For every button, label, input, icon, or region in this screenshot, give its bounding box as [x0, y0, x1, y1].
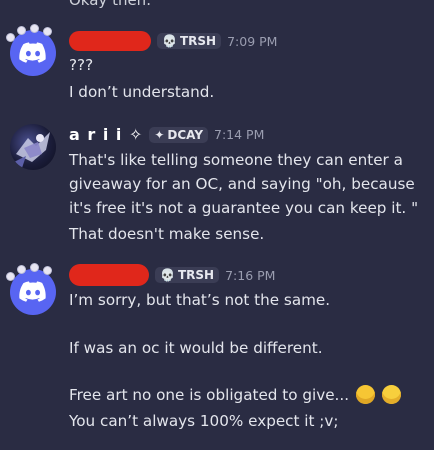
message-text: I don’t understand. [69, 83, 215, 101]
timestamp: 7:16 PM [225, 267, 276, 283]
avatar[interactable] [10, 124, 56, 170]
avatar-decoration-icon [31, 25, 38, 32]
discord-logo-icon [19, 281, 46, 302]
avatar-decoration-icon [44, 267, 51, 274]
avatar[interactable] [7, 264, 56, 315]
message-text: it's free it's not a guarantee you can k… [69, 199, 419, 217]
avatar-decoration-icon [44, 28, 51, 35]
avatar[interactable] [7, 25, 56, 76]
message-text: giveaway for an OC, and saying "oh, beca… [69, 175, 415, 193]
sparkle-icon: ✦ [154, 127, 165, 142]
redacted-username [69, 264, 149, 286]
message-text: You can’t always 100% expect it ;v; [69, 412, 339, 430]
avatar-decoration-icon [18, 27, 25, 34]
message-text: I’m sorry, but that’s not the same. [69, 291, 331, 309]
timestamp: 7:14 PM [214, 127, 265, 142]
redacted-username [69, 31, 151, 51]
grinning-sweat-emoji-icon [381, 385, 401, 404]
message-header: a r i i ✧ ✦ DCAY 7:14 PM [69, 125, 264, 144]
skull-icon: 💀 [162, 34, 177, 48]
previous-message-text: Okay then. [69, 0, 151, 9]
message-text: ??? [69, 56, 94, 74]
message-header: 💀 TRSH 7:09 PM [69, 31, 277, 51]
avatar-decoration-icon [18, 266, 25, 273]
timestamp: 7:09 PM [227, 33, 278, 49]
server-tag[interactable]: ✦ DCAY [149, 126, 209, 143]
message-text: That doesn't make sense. [69, 225, 265, 243]
discord-logo-icon [19, 42, 46, 63]
message-text: Free art no one is obligated to give... [69, 385, 401, 405]
message-text: If was an oc it would be different. [69, 339, 323, 357]
server-tag[interactable]: 💀 TRSH [155, 267, 220, 283]
username[interactable]: a r i i ✧ [69, 125, 143, 144]
message-text: That's like telling someone they can ent… [69, 151, 403, 169]
anime-avatar-icon [14, 132, 50, 168]
avatar-decoration-icon [7, 273, 14, 280]
server-tag[interactable]: 💀 TRSH [157, 33, 222, 49]
avatar-decoration-icon [7, 34, 14, 41]
crying-face-emoji-icon [355, 385, 375, 404]
skull-icon: 💀 [160, 268, 175, 282]
avatar-decoration-icon [31, 264, 38, 271]
message-header: 💀 TRSH 7:16 PM [69, 264, 275, 286]
